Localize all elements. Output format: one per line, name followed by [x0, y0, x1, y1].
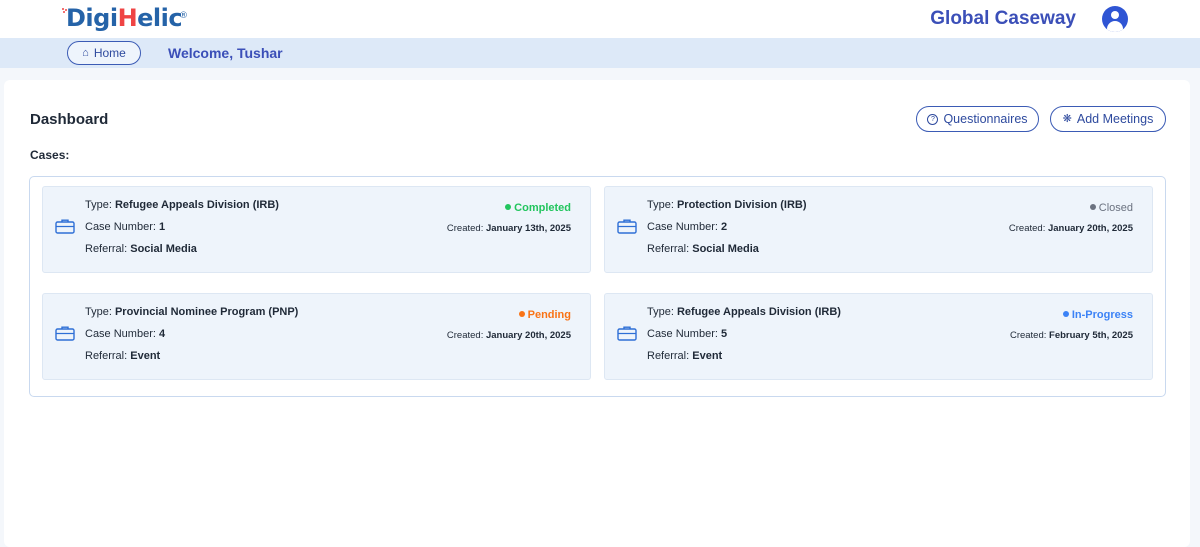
briefcase-icon: [617, 326, 637, 341]
home-icon: ⌂: [82, 46, 89, 59]
case-referral: Referral: Event: [647, 350, 723, 362]
question-circle-icon: ?: [927, 113, 939, 125]
case-card[interactable]: Type: Protection Division (IRB) Case Num…: [604, 186, 1153, 273]
case-card[interactable]: Type: Refugee Appeals Division (IRB) Cas…: [604, 293, 1153, 380]
briefcase-icon: [55, 219, 75, 234]
top-bar: DigiHelic ® Global Caseway: [0, 0, 1200, 38]
created-date: Created: January 20th, 2025: [446, 330, 571, 341]
case-type: Type: Refugee Appeals Division (IRB): [647, 306, 841, 318]
case-card[interactable]: Type: Provincial Nominee Program (PNP) C…: [42, 293, 591, 380]
brand-title: Global Caseway: [930, 8, 1076, 29]
status-badge: Pending: [518, 309, 571, 321]
case-type: Type: Refugee Appeals Division (IRB): [85, 199, 279, 211]
asterisk-icon: ❋: [1062, 112, 1072, 125]
questionnaires-label: Questionnaires: [943, 112, 1028, 126]
cases-label: Cases:: [30, 148, 70, 162]
created-date: Created: January 13th, 2025: [446, 223, 571, 234]
add-meetings-label: Add Meetings: [1076, 112, 1154, 126]
case-number: Case Number: 5: [647, 328, 728, 340]
case-number: Case Number: 1: [85, 221, 166, 233]
digihelic-logo[interactable]: DigiHelic ®: [62, 4, 188, 32]
case-type: Type: Protection Division (IRB): [647, 199, 807, 211]
briefcase-icon: [617, 219, 637, 234]
status-badge: In-Progress: [1062, 309, 1133, 321]
case-referral: Referral: Event: [85, 350, 161, 362]
home-button[interactable]: ⌂ Home: [67, 41, 141, 65]
logo-dots-icon: [62, 8, 68, 14]
page-title: Dashboard: [30, 111, 109, 128]
case-number: Case Number: 2: [647, 221, 728, 233]
case-referral: Referral: Social Media: [85, 243, 197, 255]
case-type: Type: Provincial Nominee Program (PNP): [85, 306, 299, 318]
status-badge: Closed: [1089, 202, 1133, 214]
case-referral: Referral: Social Media: [647, 243, 759, 255]
user-circle-icon[interactable]: [1102, 6, 1128, 32]
status-badge: Completed: [505, 202, 571, 214]
created-date: Created: February 5th, 2025: [1009, 330, 1133, 341]
welcome-text: Welcome, Tushar: [168, 45, 283, 61]
questionnaires-button[interactable]: ? Questionnaires: [916, 106, 1039, 132]
home-label: Home: [93, 46, 126, 60]
case-card[interactable]: Type: Refugee Appeals Division (IRB) Cas…: [42, 186, 591, 273]
add-meetings-button[interactable]: ❋ Add Meetings: [1050, 106, 1166, 132]
case-number: Case Number: 4: [85, 328, 166, 340]
created-date: Created: January 20th, 2025: [1008, 223, 1133, 234]
briefcase-icon: [55, 326, 75, 341]
